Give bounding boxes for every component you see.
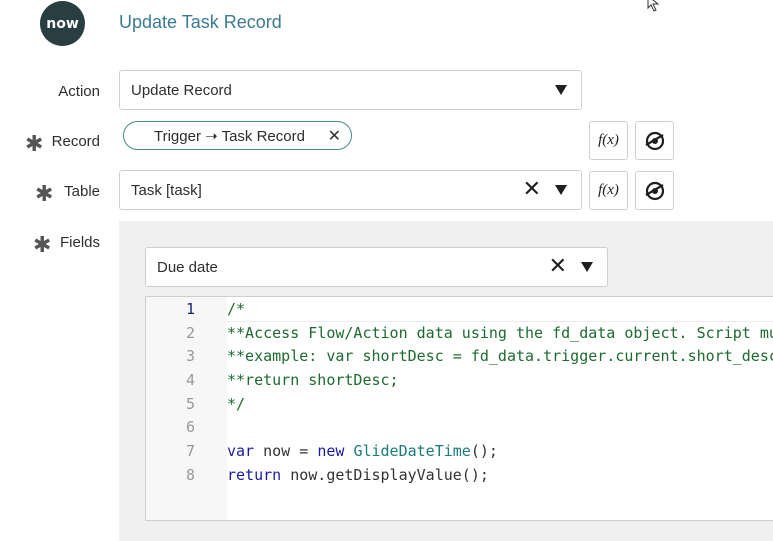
- record-pill[interactable]: Trigger ➝ Task Record ✕: [123, 121, 352, 150]
- code-line[interactable]: 5 */: [146, 392, 773, 416]
- line-number: 8: [185, 465, 195, 484]
- chevron-down-icon[interactable]: [581, 262, 593, 272]
- code-token: **Access Flow/Action data using the fd_d…: [227, 323, 773, 342]
- line-number: 5: [185, 394, 195, 413]
- record-label: Record: [51, 133, 100, 150]
- code-line[interactable]: 2 **Access Flow/Action data using the fd_…: [146, 321, 773, 345]
- code-token: /*: [227, 299, 246, 318]
- script-toggle-button[interactable]: f(x): [589, 121, 628, 160]
- code-token: return: [227, 465, 282, 484]
- table-value: Task [task]: [131, 181, 202, 199]
- code-lines: 1 /* 2 **Access Flow/Action data using the …: [146, 297, 773, 487]
- code-line[interactable]: 7 var now = new GlideDateTime();: [146, 439, 773, 463]
- remove-pill-icon[interactable]: ✕: [328, 126, 341, 145]
- line-number: 4: [185, 370, 195, 389]
- mouse-cursor-icon: [647, 0, 660, 12]
- fx-icon: f(x): [598, 182, 619, 198]
- code-text: var now = new GlideDateTime();: [195, 442, 498, 460]
- line-number: 1: [185, 299, 195, 318]
- field-select[interactable]: Due date ✕: [145, 247, 608, 287]
- clear-icon[interactable]: ✕: [523, 179, 541, 201]
- code-text: **example: var shortDesc = fd_data.trigg…: [195, 347, 773, 365]
- line-number: 3: [185, 347, 195, 366]
- logo-text: now: [46, 15, 79, 32]
- line-number: 6: [185, 418, 195, 437]
- code-text: **return shortDesc;: [195, 371, 399, 389]
- page-title: Update Task Record: [119, 12, 282, 32]
- code-token: **return shortDesc;: [227, 370, 399, 389]
- data-pill-picker-button[interactable]: [635, 121, 674, 160]
- record-pill-text: Trigger ➝ Task Record: [154, 127, 305, 145]
- code-token: */: [227, 394, 246, 413]
- code-token: now =: [254, 441, 318, 460]
- line-number: 7: [185, 441, 195, 460]
- field-value: Due date: [157, 258, 218, 276]
- code-token: **example: var shortDesc = fd_data.trigg…: [227, 347, 773, 366]
- fx-icon: f(x): [598, 132, 619, 148]
- table-select[interactable]: Task [task] ✕: [119, 170, 582, 210]
- action-value: Update Record: [131, 81, 232, 99]
- table-label: Table: [64, 183, 100, 200]
- line-number: 2: [185, 323, 195, 342]
- script-editor[interactable]: 1 /* 2 **Access Flow/Action data using the …: [145, 296, 773, 521]
- code-text: **Access Flow/Action data using the fd_d…: [195, 324, 773, 342]
- chevron-down-icon[interactable]: [555, 85, 567, 95]
- code-text: /*: [195, 300, 245, 318]
- script-toggle-button[interactable]: f(x): [589, 171, 628, 210]
- action-label: Action: [58, 83, 100, 100]
- servicenow-logo: now: [40, 1, 85, 46]
- code-text: return now.getDisplayValue();: [195, 466, 489, 484]
- clear-icon[interactable]: ✕: [549, 256, 567, 278]
- chevron-down-icon[interactable]: [555, 185, 567, 195]
- code-token: var: [227, 441, 255, 460]
- fields-label: Fields: [59, 234, 100, 251]
- data-pill-icon: [644, 181, 664, 200]
- code-line[interactable]: 1 /*: [146, 297, 773, 321]
- code-line[interactable]: 4 **return shortDesc;: [146, 368, 773, 392]
- data-pill-icon: [644, 131, 664, 150]
- code-line[interactable]: 8 return now.getDisplayValue();: [146, 463, 773, 487]
- code-text: */: [195, 395, 245, 413]
- code-line[interactable]: 6: [146, 415, 773, 439]
- code-token: now.getDisplayValue();: [281, 465, 489, 484]
- action-select[interactable]: Update Record: [119, 70, 582, 110]
- code-token: GlideDateTime: [353, 441, 471, 460]
- data-pill-picker-button[interactable]: [635, 171, 674, 210]
- code-token: new: [317, 441, 345, 460]
- code-token: ();: [470, 441, 498, 460]
- code-line[interactable]: 3 **example: var shortDesc = fd_data.trig…: [146, 344, 773, 368]
